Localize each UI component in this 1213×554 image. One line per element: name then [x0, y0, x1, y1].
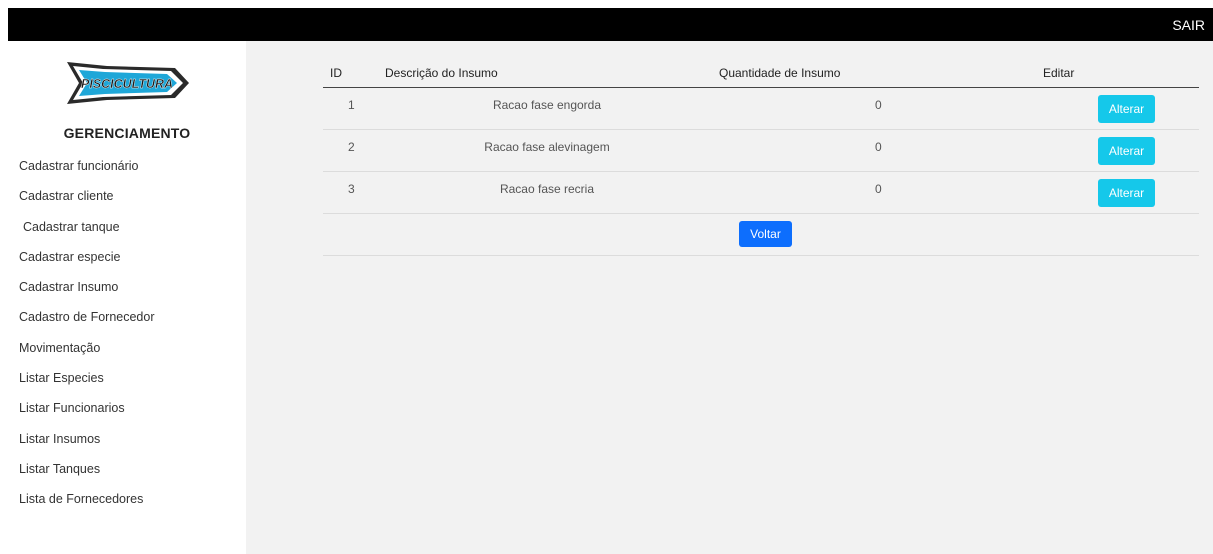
insumos-table: ID Descrição do Insumo Quantidade de Ins…	[323, 57, 1199, 256]
cell-descricao: Racao fase engorda	[492, 98, 602, 112]
table-header: ID Descrição do Insumo Quantidade de Ins…	[323, 57, 1199, 88]
sidebar: PISCICULTURA GERENCIAMENTO Cadastrar fun…	[8, 41, 246, 554]
piscicultura-logo: PISCICULTURA	[67, 62, 189, 104]
brand-title: GERENCIAMENTO	[63, 125, 191, 141]
sidebar-item-lista-fornecedores[interactable]: Lista de Fornecedores	[19, 491, 155, 521]
sidebar-item-listar-funcionarios[interactable]: Listar Funcionarios	[19, 400, 155, 430]
cell-descricao: Racao fase alevinagem	[484, 140, 610, 154]
cell-id: 3	[348, 182, 355, 196]
cell-quantidade: 0	[875, 98, 882, 112]
cell-id: 2	[348, 140, 355, 154]
sidebar-item-movimentacao[interactable]: Movimentação	[19, 340, 155, 370]
alterar-button[interactable]: Alterar	[1098, 137, 1155, 165]
main-content: ID Descrição do Insumo Quantidade de Ins…	[246, 41, 1213, 554]
sidebar-item-listar-tanques[interactable]: Listar Tanques	[19, 461, 155, 491]
back-row: Voltar	[323, 214, 1199, 256]
sidebar-item-listar-especies[interactable]: Listar Especies	[19, 370, 155, 400]
alterar-button[interactable]: Alterar	[1098, 179, 1155, 207]
sidebar-item-cadastrar-cliente[interactable]: Cadastrar cliente	[19, 188, 155, 218]
sidebar-item-listar-insumos[interactable]: Listar Insumos	[19, 431, 155, 461]
header-descricao: Descrição do Insumo	[385, 66, 498, 80]
cell-descricao: Racao fase recria	[499, 182, 595, 196]
cell-id: 1	[348, 98, 355, 112]
logo-text: PISCICULTURA	[81, 76, 173, 91]
cell-quantidade: 0	[875, 182, 882, 196]
header-id: ID	[330, 66, 342, 80]
sidebar-nav: Cadastrar funcionário Cadastrar cliente …	[19, 158, 155, 522]
table-row: 2 Racao fase alevinagem 0 Alterar	[323, 130, 1199, 172]
sidebar-item-cadastrar-funcionario[interactable]: Cadastrar funcionário	[19, 158, 155, 188]
table-row: 3 Racao fase recria 0 Alterar	[323, 172, 1199, 214]
table-row: 1 Racao fase engorda 0 Alterar	[323, 88, 1199, 130]
header-quantidade: Quantidade de Insumo	[719, 66, 841, 80]
header-editar: Editar	[1043, 66, 1075, 80]
sidebar-item-cadastro-fornecedor[interactable]: Cadastro de Fornecedor	[19, 309, 155, 339]
voltar-button[interactable]: Voltar	[739, 221, 792, 247]
alterar-button[interactable]: Alterar	[1098, 95, 1155, 123]
logout-link[interactable]: SAIR	[1172, 17, 1205, 33]
top-bar: SAIR	[8, 8, 1213, 41]
sidebar-item-cadastrar-especie[interactable]: Cadastrar especie	[19, 249, 155, 279]
cell-quantidade: 0	[875, 140, 882, 154]
sidebar-item-cadastrar-insumo[interactable]: Cadastrar Insumo	[19, 279, 155, 309]
sidebar-item-cadastrar-tanque[interactable]: Cadastrar tanque	[19, 219, 155, 249]
